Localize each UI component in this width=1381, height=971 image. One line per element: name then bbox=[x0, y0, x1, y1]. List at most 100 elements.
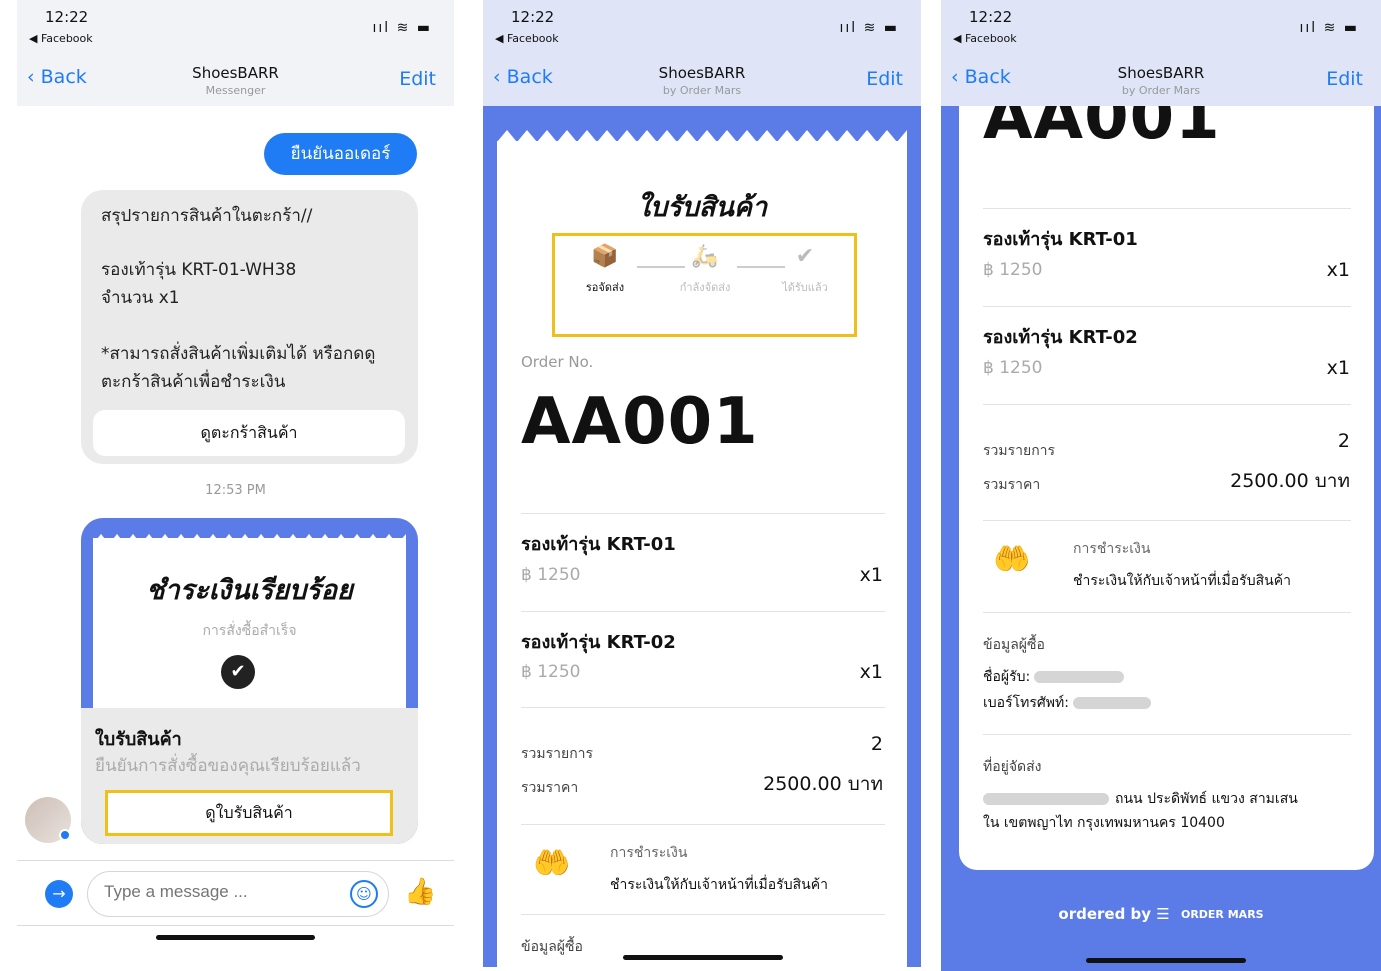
total-items-label: รวมรายการ bbox=[521, 746, 594, 762]
item-price: ฿ 1250 bbox=[983, 260, 1043, 280]
nav-bar: ‹ Back ShoesBARR Messenger Edit bbox=[17, 58, 454, 106]
item-qty: x1 bbox=[1326, 259, 1350, 281]
avatar[interactable] bbox=[25, 797, 71, 843]
item-price: ฿ 1250 bbox=[521, 662, 581, 682]
messenger-badge-icon bbox=[59, 829, 71, 841]
item-name: รองเท้ารุ่น KRT-02 bbox=[983, 327, 1138, 348]
box-icon: 📦 bbox=[591, 244, 619, 269]
check-circle-icon: ✔ bbox=[221, 655, 255, 689]
item-price: ฿ 1250 bbox=[521, 565, 581, 585]
total-price-value: 2500.00 บาท bbox=[1230, 470, 1350, 492]
back-to-app-link[interactable]: ◀ Facebook bbox=[953, 32, 1017, 45]
divider bbox=[521, 824, 885, 825]
nav-bar: ‹ Back ShoesBARR by Order Mars Edit bbox=[483, 58, 921, 106]
receipt-card-title: ใบรับสินค้า bbox=[95, 729, 182, 750]
status-time: 12:22 bbox=[45, 8, 89, 26]
cart-line: จำนวน x1 bbox=[101, 288, 180, 308]
messenger-screen: 12:22 ◀ Facebook ııl ≋ ▬ ‹ Back ShoesBAR… bbox=[17, 0, 454, 962]
emoji-icon[interactable]: ☺ bbox=[350, 880, 378, 908]
item-name: รองเท้ารุ่น KRT-01 bbox=[521, 534, 676, 555]
back-to-app-link[interactable]: ◀ Facebook bbox=[495, 32, 559, 45]
status-time: 12:22 bbox=[511, 8, 555, 26]
payment-success-subtitle: การสั่งซื้อสำเร็จ bbox=[202, 623, 297, 639]
divider bbox=[983, 612, 1351, 613]
step-label: รอจัดส่ง bbox=[585, 281, 625, 294]
page-subtitle: by Order Mars bbox=[1121, 84, 1201, 97]
ordered-by-footer: ordered by ☰ ORDER MARS bbox=[941, 905, 1381, 923]
total-price-label: รวมราคา bbox=[983, 477, 1041, 493]
back-to-app-link[interactable]: ◀ Facebook bbox=[29, 32, 93, 45]
cart-line: *สามารถสั่งสินค้าเพิ่มเติมได้ หรือกดดู bbox=[101, 344, 376, 364]
item-qty: x1 bbox=[1326, 357, 1350, 379]
message-composer: ☺ bbox=[87, 871, 389, 917]
status-bar: 12:22 ◀ Facebook ııl ≋ ▬ bbox=[17, 0, 454, 58]
cart-line: ตะกร้าสินค้าเพื่อชำระเงิน bbox=[101, 372, 286, 392]
receipt-card-subtitle: ยืนยันการสั่งซื้อของคุณเรียบร้อยแล้ว bbox=[95, 756, 361, 776]
total-items-value: 2 bbox=[870, 733, 883, 755]
total-items-label: รวมรายการ bbox=[983, 443, 1056, 459]
redacted-phone bbox=[1072, 697, 1151, 709]
sent-message-bubble: ยืนยันออเดอร์ bbox=[264, 133, 417, 175]
divider bbox=[983, 404, 1351, 405]
buyer-info-label: ข้อมูลผู้ซื้อ bbox=[521, 939, 583, 955]
thumbs-up-icon[interactable]: 👍 bbox=[404, 877, 436, 907]
divider bbox=[983, 208, 1351, 209]
payment-hand-icon: 🤲 bbox=[993, 542, 1031, 577]
buyer-info-label: ข้อมูลผู้ซื้อ bbox=[983, 637, 1045, 653]
cart-line: รองเท้ารุ่น KRT-01-WH38 bbox=[101, 260, 297, 280]
zigzag-edge bbox=[497, 130, 907, 142]
signal-wifi-battery-icon: ııl ≋ ▬ bbox=[372, 20, 432, 36]
divider bbox=[521, 707, 885, 708]
order-number: AA001 bbox=[521, 385, 759, 459]
phone-label: เบอร์โทรศัพท์: bbox=[983, 695, 1069, 711]
check-icon: ✔ bbox=[795, 244, 815, 269]
cart-summary-card: สรุปรายการสินค้าในตะกร้า// รองเท้ารุ่น K… bbox=[81, 190, 418, 464]
payment-hand-icon: 🤲 bbox=[533, 846, 571, 881]
total-items-value: 2 bbox=[1337, 430, 1350, 452]
item-qty: x1 bbox=[859, 564, 883, 586]
step-received: ✔ ได้รับแล้ว bbox=[765, 244, 845, 296]
receipt-card-info: ใบรับสินค้า ยืนยันการสั่งซื้อของคุณเรียบ… bbox=[81, 708, 418, 844]
edit-button[interactable]: Edit bbox=[1326, 68, 1363, 90]
home-indicator bbox=[156, 935, 315, 940]
shipping-address-label: ที่อยู่จัดส่ง bbox=[983, 759, 1042, 775]
item-price: ฿ 1250 bbox=[983, 358, 1043, 378]
order-mars-logo: ORDER MARS bbox=[1180, 908, 1264, 921]
signal-wifi-battery-icon: ııl ≋ ▬ bbox=[1299, 20, 1359, 36]
receipt-screen-bottom: AA001 รองเท้ารุ่น KRT-01 ฿ 1250 x1 รองเท… bbox=[941, 0, 1381, 971]
order-number-label: Order No. bbox=[521, 353, 594, 371]
payment-value: ชำระเงินให้กับเจ้าหน้าที่เมื่อรับสินค้า bbox=[1073, 573, 1291, 589]
payment-label: การชำระเงิน bbox=[1073, 541, 1151, 557]
home-indicator bbox=[1086, 958, 1246, 963]
total-price-value: 2500.00 บาท bbox=[763, 773, 883, 795]
bottom-divider bbox=[17, 925, 454, 926]
home-indicator bbox=[623, 955, 783, 960]
edit-button[interactable]: Edit bbox=[866, 68, 903, 90]
address-line: ถนน ประดิพัทธ์ แขวง สามเสน bbox=[983, 788, 1298, 810]
view-receipt-button[interactable]: ดูใบรับสินค้า bbox=[105, 790, 393, 836]
recipient-row: ชื่อผู้รับ: bbox=[983, 666, 1125, 688]
recipient-label: ชื่อผู้รับ: bbox=[983, 669, 1031, 685]
address-text: ถนน ประดิพัทธ์ แขวง สามเสน bbox=[1115, 791, 1298, 807]
divider bbox=[983, 306, 1351, 307]
divider bbox=[983, 520, 1351, 521]
payment-success-title: ชำระเงินเรียบร้อย bbox=[146, 575, 353, 606]
receipt-screen-top: 12:22 ◀ Facebook ııl ≋ ▬ ‹ Back ShoesBAR… bbox=[483, 0, 921, 967]
status-time: 12:22 bbox=[969, 8, 1013, 26]
divider bbox=[983, 734, 1351, 735]
page-subtitle: Messenger bbox=[205, 84, 266, 97]
page-title: ShoesBARR bbox=[1117, 64, 1205, 82]
delivery-progress: 📦 รอจัดส่ง 🛵 กำลังจัดส่ง ✔ ได้รับแล้ว bbox=[552, 233, 857, 337]
edit-button[interactable]: Edit bbox=[399, 68, 436, 90]
message-timestamp: 12:53 PM bbox=[205, 483, 266, 498]
expand-arrow-icon[interactable]: → bbox=[45, 880, 73, 908]
cart-line: สรุปรายการสินค้าในตะกร้า// bbox=[101, 206, 313, 226]
page-title: ShoesBARR bbox=[192, 64, 279, 82]
phone-row: เบอร์โทรศัพท์: bbox=[983, 692, 1151, 714]
message-input[interactable] bbox=[104, 882, 334, 902]
item-name: รองเท้ารุ่น KRT-01 bbox=[983, 229, 1138, 250]
view-cart-button[interactable]: ดูตะกร้าสินค้า bbox=[93, 410, 405, 456]
divider bbox=[521, 611, 885, 612]
receipt-card: ชำระเงินเรียบร้อย การสั่งซื้อสำเร็จ ✔ ใบ… bbox=[81, 518, 418, 844]
step-label: กำลังจัดส่ง bbox=[679, 281, 731, 294]
